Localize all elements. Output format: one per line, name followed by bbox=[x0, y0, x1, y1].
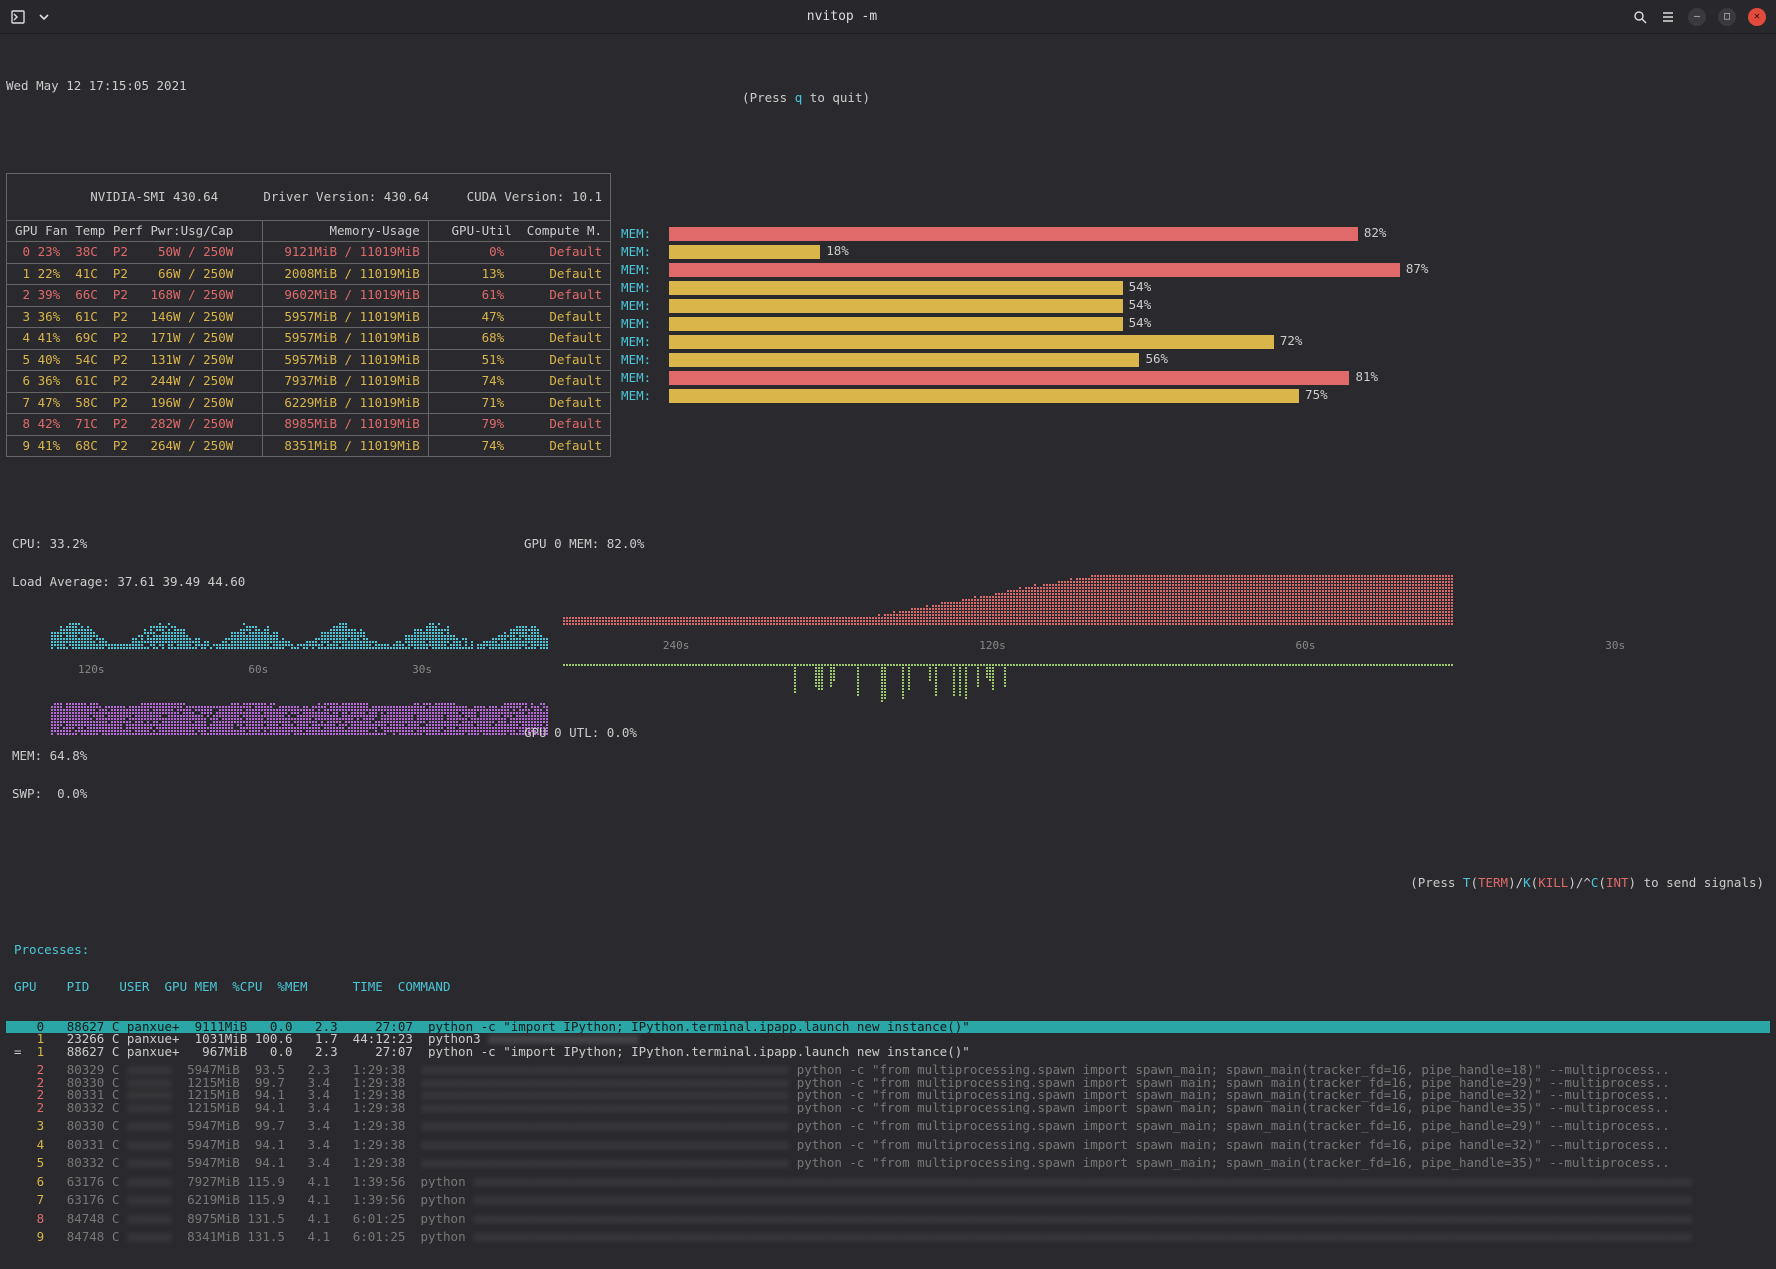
process-row[interactable]: 5 80332 C xxxxxx 5947MiB 94.1 3.4 1:29:3… bbox=[6, 1157, 1770, 1170]
mem-bar-label: MEM: bbox=[621, 300, 661, 313]
cuda-version: CUDA Version: 10.1 bbox=[467, 189, 602, 204]
process-row[interactable]: 4 80331 C xxxxxx 5947MiB 94.1 3.4 1:29:3… bbox=[6, 1139, 1770, 1152]
gpu-row: 8 42% 71C P2 282W / 250W8985MiB / 11019M… bbox=[7, 414, 611, 436]
mem-bar-row: MEM: 75% bbox=[611, 387, 1770, 405]
process-row[interactable]: 2 80329 C xxxxxx 5947MiB 93.5 2.3 1:29:3… bbox=[6, 1064, 1770, 1077]
process-row[interactable]: 2 80331 C xxxxxx 1215MiB 94.1 3.4 1:29:3… bbox=[6, 1089, 1770, 1102]
driver-version: Driver Version: 430.64 bbox=[263, 189, 429, 204]
processes-list: 0 88627 C panxue+ 9111MiB 0.0 2.3 27:07 … bbox=[6, 1021, 1770, 1244]
sysmem-label: MEM: 64.8% bbox=[6, 750, 504, 763]
datetime: Wed May 12 17:15:05 2021 bbox=[6, 80, 187, 118]
signals-hint: (Press T(TERM)/K(KILL)/^C(INT) to send s… bbox=[6, 863, 1770, 905]
col-memusage: Memory-Usage bbox=[262, 220, 428, 242]
maximize-button[interactable]: □ bbox=[1718, 8, 1736, 26]
mem-bar: 18% bbox=[669, 245, 1509, 259]
gpu-row: 9 41% 68C P2 264W / 250W8351MiB / 11019M… bbox=[7, 435, 611, 457]
mem-bar-label: MEM: bbox=[621, 282, 661, 295]
mem-bar-row: MEM: 54% bbox=[611, 297, 1770, 315]
mem-bar-row: MEM: 82% bbox=[611, 225, 1770, 243]
mem-bar-label: MEM: bbox=[621, 390, 661, 403]
gpu0utl-label: GPU 0 UTL: 0.0% bbox=[518, 727, 1770, 740]
mem-bar: 82% bbox=[669, 227, 1509, 241]
mem-bar-label: MEM: bbox=[621, 228, 661, 241]
gpu-table: NVIDIA-SMI 430.64 Driver Version: 430.64… bbox=[6, 173, 611, 457]
mem-bar: 75% bbox=[669, 389, 1509, 403]
gpu0mem-chart bbox=[563, 563, 1453, 625]
process-row[interactable]: 2 80332 C xxxxxx 1215MiB 94.1 3.4 1:29:3… bbox=[6, 1102, 1770, 1115]
process-row[interactable]: 7 63176 C xxxxxx 6219MiB 115.9 4.1 1:39:… bbox=[6, 1194, 1770, 1207]
gpu-row: 5 40% 54C P2 131W / 250W5957MiB / 11019M… bbox=[7, 349, 611, 371]
mem-bar-row: MEM: 72% bbox=[611, 333, 1770, 351]
status-line: Wed May 12 17:15:05 2021 (Press q to qui… bbox=[6, 78, 1770, 124]
process-row[interactable]: 9 84748 C xxxxxx 8341MiB 131.5 4.1 6:01:… bbox=[6, 1231, 1770, 1244]
gpu-row: 6 36% 61C P2 244W / 250W7937MiB / 11019M… bbox=[7, 371, 611, 393]
sysswp-label: SWP: 0.0% bbox=[6, 788, 504, 801]
chevron-down-icon[interactable] bbox=[36, 9, 52, 25]
gpu-row: 0 23% 38C P2 50W / 250W9121MiB / 11019Mi… bbox=[7, 242, 611, 264]
terminal-icon[interactable] bbox=[10, 9, 26, 25]
process-row[interactable]: 6 63176 C xxxxxx 7927MiB 115.9 4.1 1:39:… bbox=[6, 1176, 1770, 1189]
mem-bar: 56% bbox=[669, 353, 1509, 367]
load-label: Load Average: 37.61 39.49 44.60 bbox=[6, 576, 504, 589]
mem-bar: 81% bbox=[669, 371, 1509, 385]
gpu-row: 3 36% 61C P2 146W / 250W5957MiB / 11019M… bbox=[7, 306, 611, 328]
col-gpu: GPU Fan Temp Perf Pwr:Usg/Cap bbox=[7, 220, 263, 242]
gpu0mem-label: GPU 0 MEM: 82.0% bbox=[518, 538, 1770, 551]
menu-icon[interactable] bbox=[1660, 9, 1676, 25]
mem-bar-label: MEM: bbox=[621, 372, 661, 385]
minimize-button[interactable]: — bbox=[1688, 8, 1706, 26]
gpu-row: 7 47% 58C P2 196W / 250W6229MiB / 11019M… bbox=[7, 392, 611, 414]
mem-chart bbox=[51, 687, 549, 735]
mem-bar: 72% bbox=[669, 335, 1509, 349]
process-row[interactable]: 3 80330 C xxxxxx 5947MiB 99.7 3.4 1:29:3… bbox=[6, 1120, 1770, 1133]
mem-bar-label: MEM: bbox=[621, 318, 661, 331]
mem-bar: 54% bbox=[669, 299, 1509, 313]
gpu0utl-chart bbox=[563, 664, 1453, 712]
window-title: nvitop -m bbox=[52, 9, 1632, 24]
mem-bar-label: MEM: bbox=[621, 246, 661, 259]
mem-bar: 87% bbox=[669, 263, 1509, 277]
mem-bar-label: MEM: bbox=[621, 336, 661, 349]
mem-bar-label: MEM: bbox=[621, 264, 661, 277]
cpu-chart bbox=[51, 601, 549, 649]
processes-title: Processes: bbox=[6, 942, 1770, 957]
mem-bar-row: MEM: 56% bbox=[611, 351, 1770, 369]
gpu-row: 4 41% 69C P2 171W / 250W5957MiB / 11019M… bbox=[7, 328, 611, 350]
mem-bar-row: MEM: 54% bbox=[611, 315, 1770, 333]
mem-bar-row: MEM: 54% bbox=[611, 279, 1770, 297]
gpu-row: 2 39% 66C P2 168W / 250W9602MiB / 11019M… bbox=[7, 285, 611, 307]
col-util: GPU-Util Compute M. bbox=[428, 220, 610, 242]
search-icon[interactable] bbox=[1632, 9, 1648, 25]
mem-bars: MEM: 82% MEM: 18% MEM: 87% MEM: 54% MEM: 54% MEM: 5… bbox=[611, 173, 1770, 457]
mem-bar: 54% bbox=[669, 281, 1509, 295]
mem-bar: 54% bbox=[669, 317, 1509, 331]
nvidia-smi-version: NVIDIA-SMI 430.64 bbox=[90, 189, 218, 204]
window-titlebar: nvitop -m — □ ✕ bbox=[0, 0, 1776, 34]
processes-columns: GPU PID USER GPU MEM %CPU %MEM TIME COMM… bbox=[6, 981, 1770, 996]
mem-bar-label: MEM: bbox=[621, 354, 661, 367]
mem-bar-row: MEM: 81% bbox=[611, 369, 1770, 387]
close-button[interactable]: ✕ bbox=[1748, 8, 1766, 26]
mem-bar-row: MEM: 87% bbox=[611, 261, 1770, 279]
cpu-label: CPU: 33.2% bbox=[6, 538, 504, 551]
process-row[interactable]: 2 80330 C xxxxxx 1215MiB 99.7 3.4 1:29:3… bbox=[6, 1077, 1770, 1090]
mem-bar-row: MEM: 18% bbox=[611, 243, 1770, 261]
process-row[interactable]: 8 84748 C xxxxxx 8975MiB 131.5 4.1 6:01:… bbox=[6, 1213, 1770, 1226]
gpu-row: 1 22% 41C P2 66W / 250W2008MiB / 11019Mi… bbox=[7, 263, 611, 285]
